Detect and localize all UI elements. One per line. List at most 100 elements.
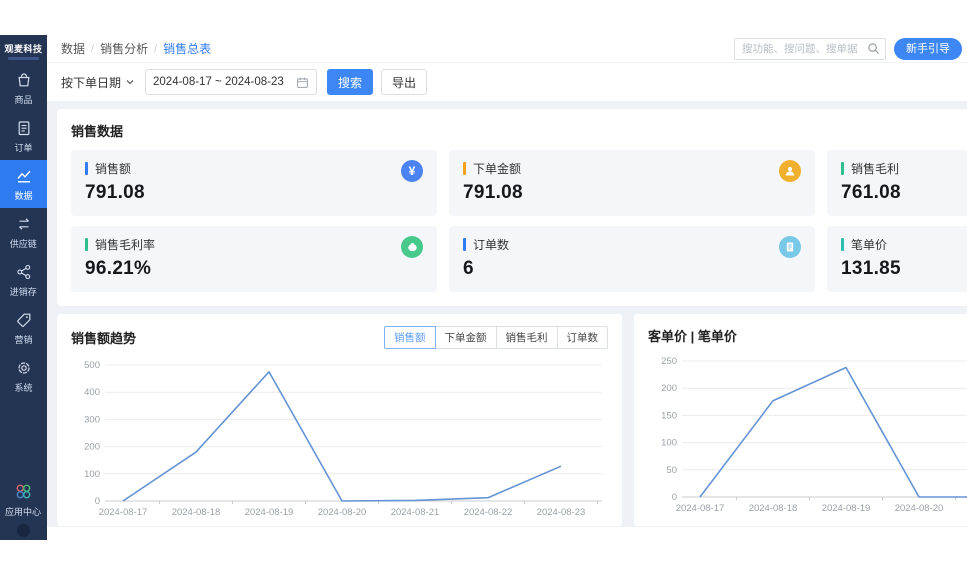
breadcrumb-separator: / [154,43,157,55]
global-search[interactable] [734,38,886,60]
svg-text:2024-08-20: 2024-08-20 [895,503,944,514]
svg-text:250: 250 [661,356,677,367]
metric-card-order-amount: 下单金额 791.08 [449,150,815,216]
accent-bar [463,162,466,175]
svg-text:100: 100 [661,438,677,449]
metric-value: 96.21% [85,258,423,280]
line-chart-icon [15,167,33,185]
accent-bar [85,162,88,175]
svg-text:2024-08-17: 2024-08-17 [99,507,148,518]
accent-bar [841,162,844,175]
sidebar: 观麦科技 商品 订单 数据 供 [0,35,47,540]
sales-trend-title: 销售额趋势 [71,328,136,347]
metric-label: 销售毛利率 [95,236,155,253]
app-window: 观麦科技 商品 订单 数据 供 [0,35,967,540]
brand-logo-slogan [8,57,39,60]
date-range-picker[interactable]: 2024-08-17 ~ 2024-08-23 [145,69,317,95]
metric-value: 131.85 [841,258,967,280]
date-type-select[interactable]: 按下单日期 [61,74,135,91]
tab-order-amount[interactable]: 下单金额 [435,326,497,349]
metric-value: 791.08 [85,182,423,204]
exchange-arrows-icon [15,215,33,233]
svg-text:2024-08-23: 2024-08-23 [537,507,586,518]
yen-icon: ¥ [401,160,423,182]
accent-bar [841,238,844,251]
sidebar-item-label: 系统 [14,380,32,393]
svg-text:2024-08-17: 2024-08-17 [676,503,725,514]
sidebar-item-app-center[interactable]: 应用中心 [0,475,47,524]
metric-label: 笔单价 [851,236,887,253]
metric-label: 销售额 [95,160,131,177]
moneybag-icon [401,236,423,258]
chevron-down-icon [125,77,135,87]
svg-text:50: 50 [666,465,677,476]
charts-row: 销售额趋势 销售额 下单金额 销售毛利 订单数 0100200300400500… [57,314,967,526]
svg-text:300: 300 [84,414,100,425]
tab-gross-profit[interactable]: 销售毛利 [496,326,558,349]
price-chart-title: 客单价 | 笔单价 [648,326,737,345]
sidebar-item-inventory[interactable]: 进销存 [0,256,47,304]
svg-text:0: 0 [95,496,100,507]
svg-text:100: 100 [84,469,100,480]
sales-panel-title: 销售数据 [71,121,967,140]
sidebar-item-goods[interactable]: 商品 [0,64,47,112]
svg-text:500: 500 [84,360,100,371]
svg-text:200: 200 [84,442,100,453]
metric-card-order-count: 订单数 6 [449,226,815,292]
accent-bar [463,238,466,251]
metric-card-sales-amount: 销售额 791.08 ¥ [71,150,437,216]
app-center-icon [14,482,33,501]
metric-cards: 销售额 791.08 ¥ 下单金额 791.08 [71,150,967,292]
filter-bar: 按下单日期 2024-08-17 ~ 2024-08-23 搜索 导出 [47,63,967,101]
content-area: 销售数据 销售额 791.08 ¥ 下单金额 [47,101,967,527]
sales-trend-panel: 销售额趋势 销售额 下单金额 销售毛利 订单数 0100200300400500… [57,314,622,526]
search-button[interactable]: 搜索 [327,69,373,95]
newbie-guide-button[interactable]: 新手引导 [894,38,962,60]
price-per-customer-panel: 客单价 | 笔单价 0 50 100 150 200 250 2024-08-17 2024-… [634,314,967,526]
svg-text:2024-08-19: 2024-08-19 [245,507,294,518]
sales-data-panel: 销售数据 销售额 791.08 ¥ 下单金额 [57,109,967,306]
brand-logo: 观麦科技 [0,35,47,64]
metric-label: 下单金额 [473,160,521,177]
export-button[interactable]: 导出 [381,69,427,95]
sidebar-item-data[interactable]: 数据 [0,160,47,208]
sidebar-item-label: 数据 [14,188,32,201]
breadcrumb-item[interactable]: 数据 [61,40,85,57]
bag-icon [15,71,33,89]
sidebar-item-label: 进销存 [10,284,37,297]
metric-card-gross-margin: 销售毛利率 96.21% [71,226,437,292]
main-area: 数据 / 销售分析 / 销售总表 新手引导 按下单日期 [47,35,967,540]
sidebar-item-label: 应用中心 [5,504,41,517]
metric-label: 销售毛利 [851,160,899,177]
svg-text:2024-08-18: 2024-08-18 [172,507,221,518]
breadcrumb-current[interactable]: 销售总表 [163,40,211,57]
sidebar-item-orders[interactable]: 订单 [0,112,47,160]
sidebar-item-supply-chain[interactable]: 供应链 [0,208,47,256]
search-icon[interactable] [867,42,880,55]
tag-icon [15,311,33,329]
global-search-input[interactable] [742,43,867,55]
calendar-icon [296,76,309,89]
sidebar-item-system[interactable]: 系统 [0,352,47,400]
metric-card-gross-profit: 销售毛利 761.08 [827,150,967,216]
svg-text:2024-08-18: 2024-08-18 [749,503,798,514]
price-per-customer-chart: 0 50 100 150 200 250 2024-08-17 2024-08-18 2024-… [648,351,967,523]
tab-sales-amount[interactable]: 销售额 [384,326,436,349]
brand-logo-text: 观麦科技 [4,44,42,54]
sales-trend-tabs: 销售额 下单金额 销售毛利 订单数 [384,326,608,349]
svg-text:2024-08-19: 2024-08-19 [822,503,871,514]
breadcrumb-item[interactable]: 销售分析 [100,40,148,57]
tab-order-count[interactable]: 订单数 [557,326,609,349]
date-type-label: 按下单日期 [61,74,121,91]
svg-text:0: 0 [672,492,677,503]
metric-label: 订单数 [473,236,509,253]
svg-text:2024-08-20: 2024-08-20 [318,507,367,518]
user-avatar[interactable] [17,524,30,537]
svg-text:200: 200 [661,383,677,394]
sidebar-item-marketing[interactable]: 营销 [0,304,47,352]
sales-trend-chart: 01002003004005002024-08-172024-08-182024… [71,355,608,527]
document-icon [779,236,801,258]
metric-value: 791.08 [463,182,801,204]
metric-value: 6 [463,258,801,280]
svg-text:150: 150 [661,410,677,421]
